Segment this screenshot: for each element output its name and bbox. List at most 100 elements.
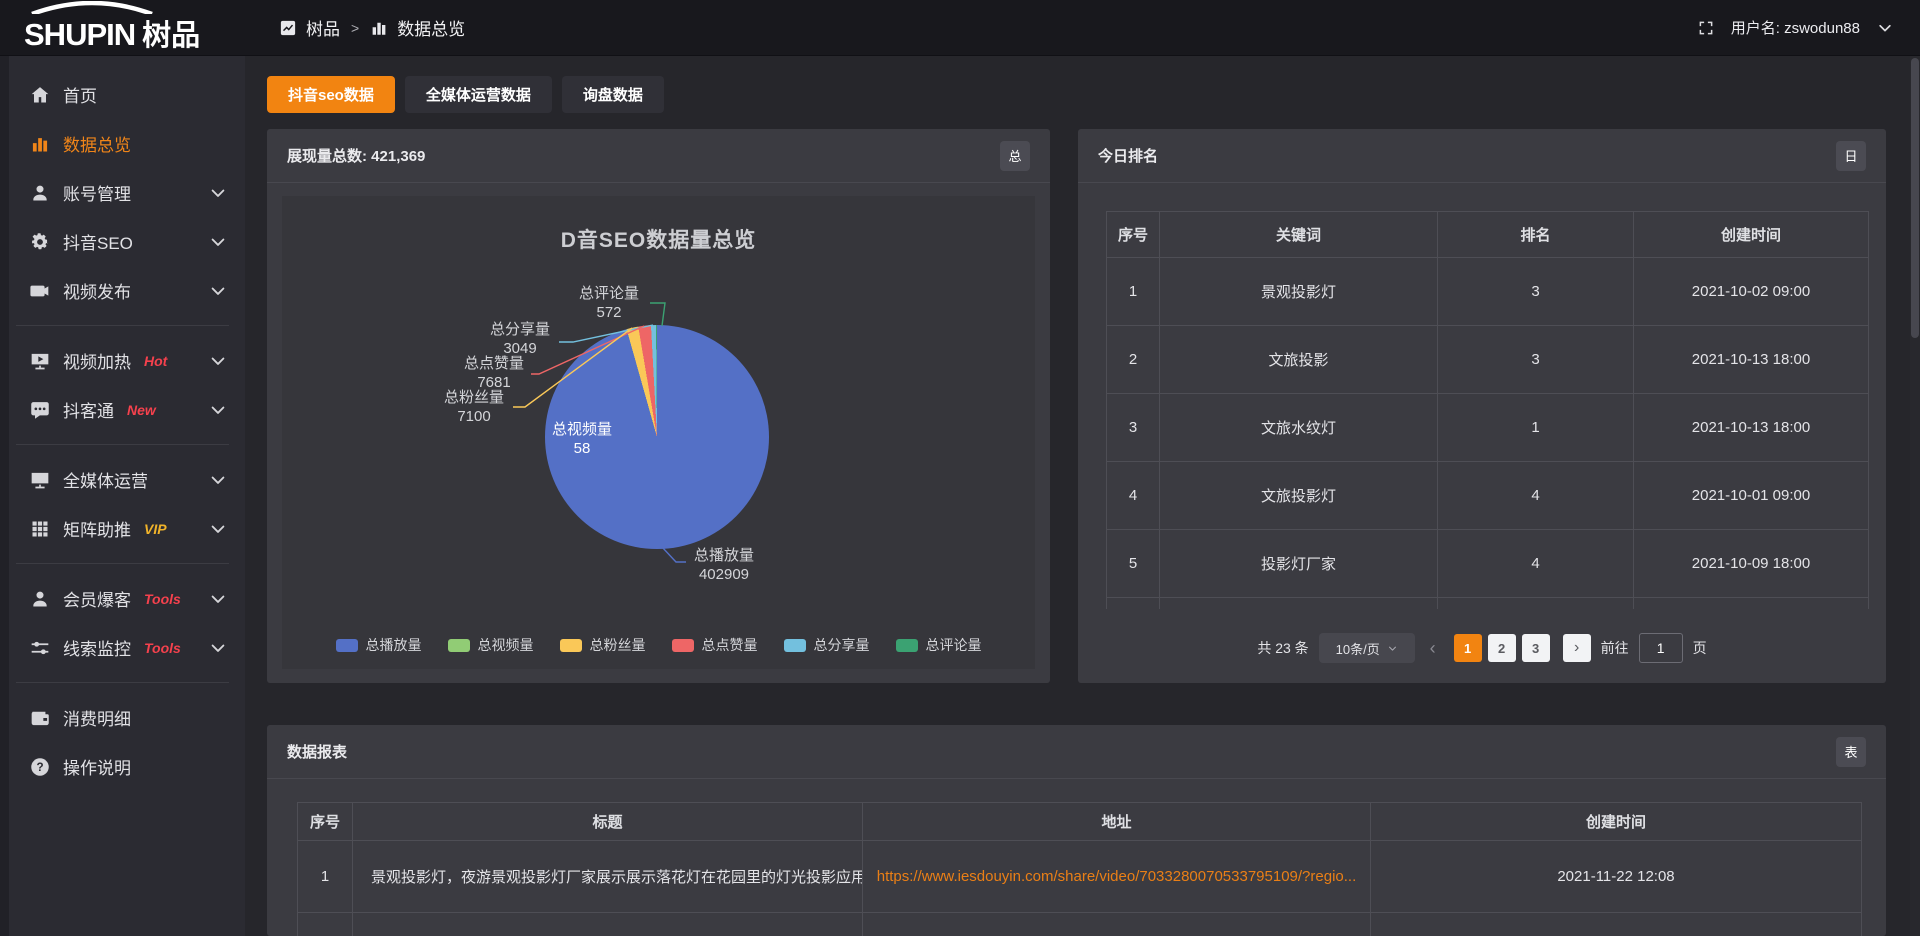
legend-item-5[interactable]: 总评论量 <box>896 635 982 655</box>
video-camera-icon <box>30 281 50 301</box>
header-right: 用户名: zswodun88 <box>1697 17 1920 38</box>
sidebar-item-11[interactable]: 消费明细 <box>0 693 245 742</box>
rank-cell: 景观投影灯 <box>1160 258 1438 326</box>
left-edge-strip <box>0 56 9 936</box>
fullscreen-icon[interactable] <box>1697 19 1715 37</box>
sidebar-item-badge: Hot <box>144 353 167 369</box>
legend-item-1[interactable]: 总视频量 <box>448 635 534 655</box>
prev-page-button[interactable]: ‹ <box>1425 638 1441 659</box>
pie-label-shares: 总分享量3049 <box>480 320 560 358</box>
logo: SHUPIN 树品 <box>0 2 245 54</box>
sidebar-item-6[interactable]: 抖客通New <box>0 385 245 434</box>
tab-1[interactable]: 全媒体运营数据 <box>405 76 552 113</box>
page-button-3[interactable]: 3 <box>1522 634 1550 662</box>
sidebar-item-label: 账号管理 <box>63 180 131 205</box>
legend-item-0[interactable]: 总播放量 <box>336 635 422 655</box>
question-icon: ? <box>30 757 50 777</box>
chevron-down-icon <box>208 351 228 371</box>
next-page-button[interactable]: › <box>1563 634 1591 662</box>
rank-cell: 4 <box>1438 530 1634 598</box>
pagination: 共 23 条 10条/页 ‹ 123 › 前往 1 页 <box>1078 633 1886 663</box>
table-row: 3文旅水纹灯12021-10-13 18:00 <box>1107 394 1869 462</box>
legend-swatch <box>336 639 358 652</box>
sidebar-item-label: 矩阵助推 <box>63 516 131 541</box>
sidebar-item-3[interactable]: 抖音SEO <box>0 217 245 266</box>
sidebar-divider <box>16 682 229 683</box>
sidebar-item-label: 全媒体运营 <box>63 467 148 492</box>
video-link[interactable]: https://www.iesdouyin.com/share/video/70… <box>877 868 1357 885</box>
breadcrumb-separator: > <box>351 20 359 36</box>
today-ranking-panel: 今日排名 日 序号关键词排名创建时间1景观投影灯32021-10-02 09:0… <box>1078 129 1886 683</box>
rank-col-header: 排名 <box>1438 212 1634 258</box>
legend-label: 总粉丝量 <box>590 635 646 655</box>
sidebar-item-label: 线索监控 <box>63 635 131 660</box>
legend-item-3[interactable]: 总点赞量 <box>672 635 758 655</box>
sidebar-item-badge: New <box>127 402 156 418</box>
breadcrumb-current: 数据总览 <box>397 15 465 40</box>
gear-icon <box>30 232 50 252</box>
table-view-button[interactable]: 表 <box>1836 737 1866 767</box>
rank-cell: 2 <box>1107 326 1160 394</box>
sidebar-item-9[interactable]: 会员爆客Tools <box>0 574 245 623</box>
rank-col-header: 创建时间 <box>1634 212 1869 258</box>
legend-swatch <box>448 639 470 652</box>
sidebar-item-label: 操作说明 <box>63 754 131 779</box>
rank-cell: 5 <box>1107 530 1160 598</box>
sidebar-divider <box>16 563 229 564</box>
bar-chart-icon <box>30 134 50 154</box>
table-row: 1景观投影灯32021-10-02 09:00 <box>1107 258 1869 326</box>
screen-play-icon <box>30 351 50 371</box>
breadcrumb-root[interactable]: 树品 <box>306 15 340 40</box>
sidebar-item-5[interactable]: 视频加热 Hot <box>0 336 245 385</box>
sidebar-item-2[interactable]: 账号管理 <box>0 168 245 217</box>
tab-2[interactable]: 询盘数据 <box>562 76 664 113</box>
rank-cell: 2021-10-01 09:00 <box>1634 462 1869 530</box>
member-icon <box>30 589 50 609</box>
app-header: SHUPIN 树品 树品 > 数据总览 用户名: zswodun88 <box>0 0 1920 56</box>
rank-cell: 3 <box>1438 326 1634 394</box>
legend-item-4[interactable]: 总分享量 <box>784 635 870 655</box>
pie-label-comments: 总评论量572 <box>569 284 649 322</box>
total-view-button[interactable]: 总 <box>1000 141 1030 171</box>
report-table: 序号标题地址创建时间1景观投影灯，夜游景观投影灯厂家展示展示落花灯在花园里的灯光… <box>297 802 1862 936</box>
table-row-partial <box>1107 598 1869 610</box>
sidebar-item-7[interactable]: 全媒体运营 <box>0 455 245 504</box>
sidebar-item-8[interactable]: 矩阵助推VIP <box>0 504 245 553</box>
legend-label: 总分享量 <box>814 635 870 655</box>
bar-chart-icon <box>370 19 388 37</box>
goto-page-input[interactable]: 1 <box>1639 633 1683 663</box>
rank-cell: 2021-10-09 18:00 <box>1634 530 1869 598</box>
sidebar-item-label: 视频加热 <box>63 348 131 373</box>
chevron-down-icon <box>208 519 228 539</box>
page-scrollbar[interactable] <box>1910 56 1920 936</box>
chevron-down-icon <box>208 589 228 609</box>
report-col-header: 标题 <box>353 803 863 841</box>
pie-chart: D音SEO数据量总览 总评论量572 总分享量3049 总点赞量7681 总粉丝… <box>282 196 1035 669</box>
sidebar-item-label: 视频发布 <box>63 278 131 303</box>
sidebar-item-1[interactable]: 数据总览 <box>0 119 245 168</box>
scrollbar-thumb[interactable] <box>1911 58 1919 338</box>
username-menu[interactable]: 用户名: zswodun88 <box>1731 17 1860 38</box>
sidebar-item-label: 首页 <box>63 82 97 107</box>
sidebar-item-0[interactable]: 首页 <box>0 70 245 119</box>
day-view-button[interactable]: 日 <box>1836 141 1866 171</box>
legend-item-2[interactable]: 总粉丝量 <box>560 635 646 655</box>
chevron-down-icon <box>208 232 228 252</box>
page-button-2[interactable]: 2 <box>1488 634 1516 662</box>
chevron-down-icon[interactable] <box>1876 19 1894 37</box>
logo-arc-icon <box>28 1 156 14</box>
rank-cell: 1 <box>1107 258 1160 326</box>
sidebar-item-4[interactable]: 视频发布 <box>0 266 245 315</box>
table-row: 4文旅投影灯42021-10-01 09:00 <box>1107 462 1869 530</box>
page-size-select[interactable]: 10条/页 <box>1319 633 1415 663</box>
table-row-partial <box>298 913 1862 936</box>
rank-cell: 2021-10-02 09:00 <box>1634 258 1869 326</box>
page-button-1[interactable]: 1 <box>1454 634 1482 662</box>
pie-label-videos: 总视频量58 <box>532 420 632 458</box>
rank-cell: 2021-10-13 18:00 <box>1634 326 1869 394</box>
data-report-panel: 数据报表 表 序号标题地址创建时间1景观投影灯，夜游景观投影灯厂家展示展示落花灯… <box>267 725 1886 936</box>
legend-swatch <box>560 639 582 652</box>
sidebar-item-10[interactable]: 线索监控Tools <box>0 623 245 672</box>
tab-0[interactable]: 抖音seo数据 <box>267 76 395 113</box>
sidebar-item-12[interactable]: ? 操作说明 <box>0 742 245 791</box>
